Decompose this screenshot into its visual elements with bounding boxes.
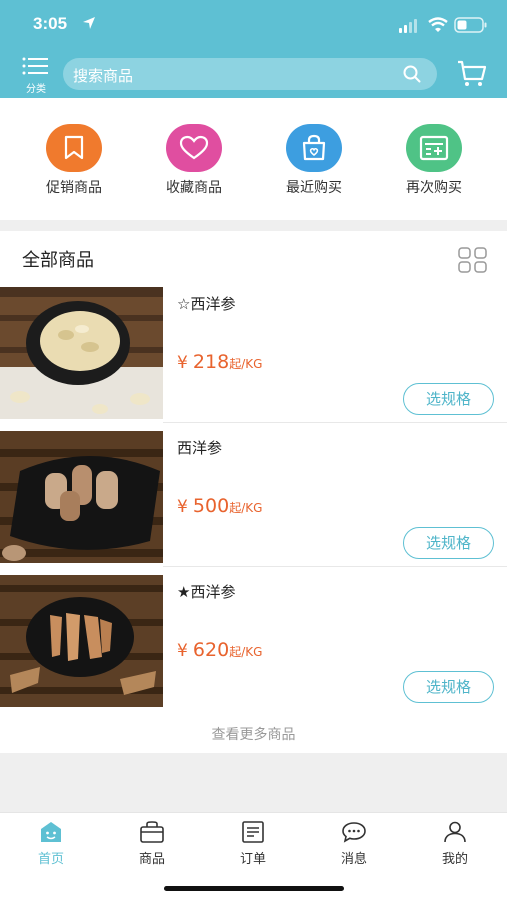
list-icon bbox=[22, 57, 48, 75]
category-label: 分类 bbox=[26, 84, 46, 95]
quick-action-label: 收藏商品 bbox=[166, 180, 222, 196]
top-bar: 分类 搜索商品 bbox=[0, 52, 507, 96]
product-name: 西洋参 bbox=[177, 439, 223, 457]
view-more-link[interactable]: 查看更多商品 bbox=[0, 724, 507, 744]
search-icon bbox=[403, 65, 421, 83]
home-indicator bbox=[164, 886, 344, 891]
product-name: ☆西洋参 bbox=[177, 295, 236, 313]
heart-icon bbox=[166, 124, 222, 172]
category-button[interactable]: 分类 bbox=[18, 56, 54, 95]
app-header: 3:05 分类 搜索商品 bbox=[0, 0, 507, 98]
grid-view-icon[interactable] bbox=[458, 247, 488, 273]
tab-products[interactable]: 商品 bbox=[122, 821, 182, 867]
quick-action-label: 促销商品 bbox=[46, 180, 102, 196]
battery-icon bbox=[454, 17, 487, 33]
product-image bbox=[0, 575, 163, 707]
wifi-icon bbox=[428, 17, 448, 32]
search-bar[interactable]: 搜索商品 bbox=[63, 58, 437, 90]
product-item[interactable]: ★西洋参 ¥ 620起/KG 选规格 bbox=[0, 575, 507, 709]
quick-actions: 促销商品 收藏商品 最近购买 再次购买 bbox=[0, 98, 507, 220]
product-price: ¥ 500起/KG bbox=[177, 495, 263, 517]
product-section: 全部商品 ☆西洋参 ¥ 218起/KG 选规格 西洋参 ¥ 500起/KG 选规… bbox=[0, 231, 507, 753]
status-time: 3:05 bbox=[33, 14, 68, 33]
message-icon bbox=[342, 822, 366, 843]
select-spec-button[interactable]: 选规格 bbox=[403, 527, 494, 559]
tab-profile[interactable]: 我的 bbox=[425, 821, 485, 867]
product-image bbox=[0, 287, 163, 419]
quick-action-favorites[interactable]: 收藏商品 bbox=[144, 124, 244, 204]
tab-label: 订单 bbox=[239, 852, 266, 867]
tab-label: 商品 bbox=[138, 852, 165, 867]
select-spec-button[interactable]: 选规格 bbox=[403, 383, 494, 415]
divider bbox=[163, 422, 507, 423]
tab-messages[interactable]: 消息 bbox=[324, 821, 384, 867]
quick-action-label: 再次购买 bbox=[406, 180, 462, 196]
home-icon bbox=[41, 822, 61, 842]
quick-action-recent[interactable]: 最近购买 bbox=[264, 124, 364, 204]
select-spec-button[interactable]: 选规格 bbox=[403, 671, 494, 703]
shopping-bag-icon bbox=[286, 124, 342, 172]
quick-action-label: 最近购买 bbox=[286, 180, 342, 196]
user-icon bbox=[444, 821, 466, 843]
section-title: 全部商品 bbox=[22, 250, 94, 271]
bag-icon bbox=[140, 821, 164, 843]
bookmark-icon bbox=[46, 124, 102, 172]
quick-action-promotions[interactable]: 促销商品 bbox=[24, 124, 124, 204]
product-item[interactable]: ☆西洋参 ¥ 218起/KG 选规格 bbox=[0, 287, 507, 421]
product-item[interactable]: 西洋参 ¥ 500起/KG 选规格 bbox=[0, 431, 507, 565]
search-placeholder: 搜索商品 bbox=[73, 67, 134, 85]
status-bar: 3:05 bbox=[0, 0, 507, 50]
cellular-signal-icon bbox=[399, 19, 417, 33]
product-image bbox=[0, 431, 163, 563]
product-name: ★西洋参 bbox=[177, 583, 236, 601]
product-price: ¥ 620起/KG bbox=[177, 639, 263, 661]
order-icon bbox=[242, 821, 264, 843]
location-arrow-icon bbox=[83, 17, 95, 29]
product-price: ¥ 218起/KG bbox=[177, 351, 263, 373]
tab-home[interactable]: 首页 bbox=[21, 821, 81, 867]
quick-action-rebuy[interactable]: 再次购买 bbox=[384, 124, 484, 204]
tab-orders[interactable]: 订单 bbox=[223, 821, 283, 867]
tab-bar: 首页 商品 订单 消息 我的 bbox=[0, 812, 507, 900]
receipt-icon bbox=[406, 124, 462, 172]
cart-icon[interactable] bbox=[457, 60, 487, 88]
tab-label: 我的 bbox=[441, 852, 468, 867]
tab-label: 消息 bbox=[340, 852, 367, 867]
tab-label: 首页 bbox=[37, 852, 64, 867]
divider bbox=[163, 566, 507, 567]
